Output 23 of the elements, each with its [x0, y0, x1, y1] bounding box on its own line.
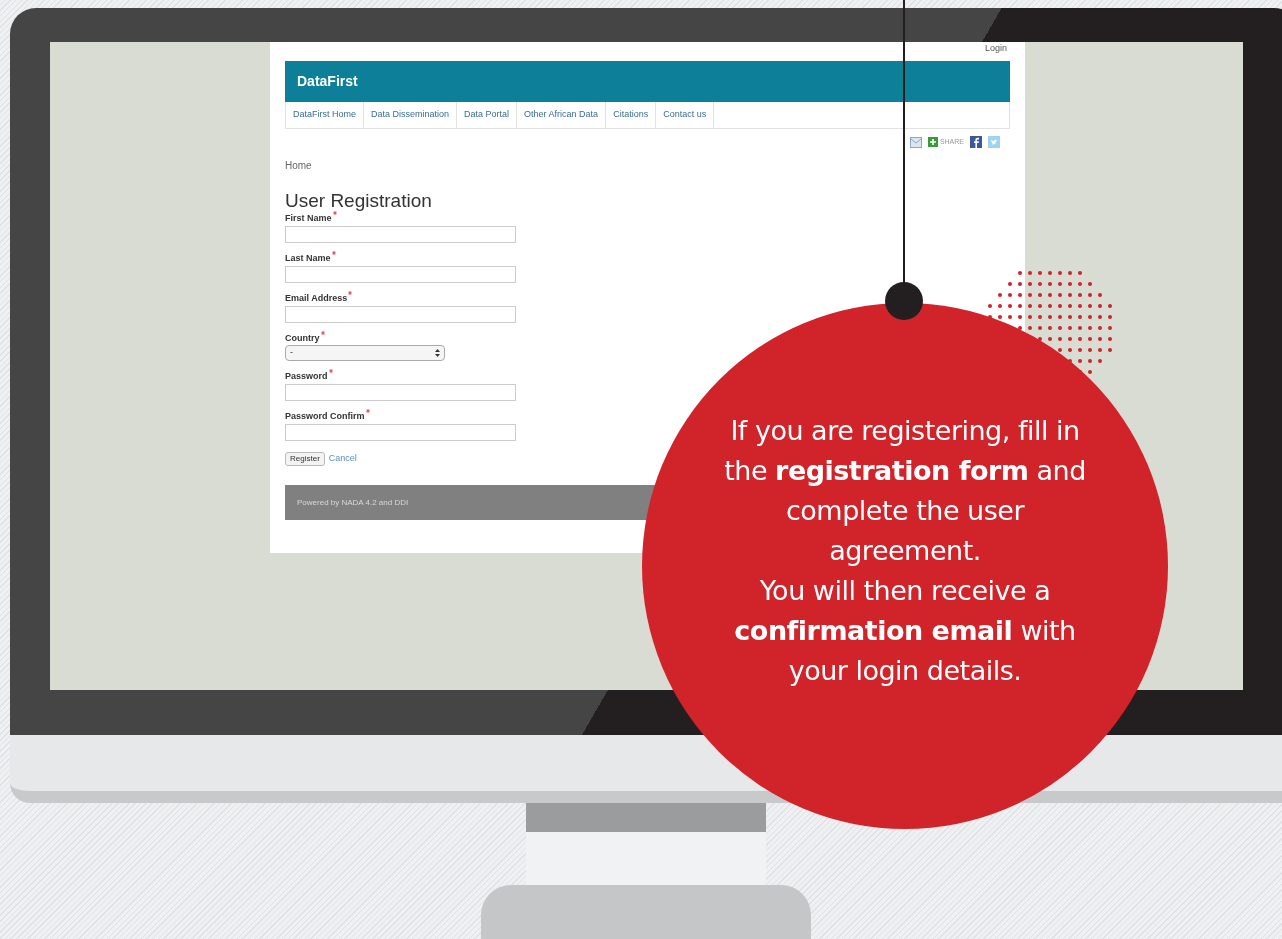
callout-text: If you are registering, fill in the registration form and complete the user agreement.	[723, 414, 1087, 568]
nav-link[interactable]: Other African Data	[517, 102, 607, 128]
field-label: Password	[285, 370, 328, 382]
register-button[interactable]: Register	[285, 452, 325, 466]
nav-link[interactable]: Data Dissemination	[364, 102, 458, 128]
field-label: Password Confirm	[285, 410, 365, 422]
field-label: Email Address	[285, 292, 348, 304]
country-select[interactable]: -	[285, 345, 445, 361]
field-label: First Name	[285, 212, 332, 224]
field-label: Last Name	[285, 252, 331, 264]
login-link[interactable]: Login	[984, 42, 1007, 54]
nav-link[interactable]: Data Portal	[457, 102, 518, 128]
field-label: Country	[285, 332, 320, 344]
select-value: -	[290, 346, 293, 360]
nav-link[interactable]: DataFirst Home	[286, 102, 364, 128]
nav-link[interactable]: Citations	[606, 102, 657, 128]
nav-link[interactable]: Contact us	[656, 102, 715, 128]
callout-text: You will then receive a confirmation email with your login details.	[733, 574, 1077, 688]
page-heading: User Registration	[285, 190, 432, 212]
site-brand: DataFirst	[297, 72, 358, 91]
footer-text: Powered by NADA 4.2 and DDI	[297, 496, 409, 509]
cancel-link[interactable]: Cancel	[328, 452, 357, 466]
breadcrumb: Home	[285, 159, 312, 173]
